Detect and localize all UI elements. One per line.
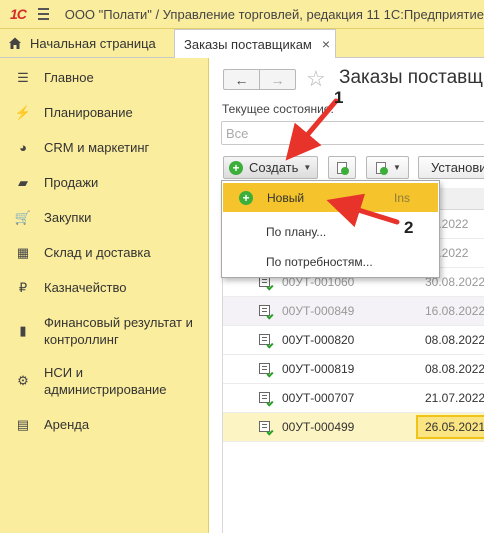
table-row[interactable]: 00УТ-000849 16.08.2022 (223, 297, 484, 326)
bar-chart-icon: ▮ (19, 323, 27, 338)
menu-item-label: Новый (267, 191, 305, 205)
posted-document-icon (259, 333, 274, 349)
row-date: 08.08.2022 (425, 362, 484, 376)
row-number: 00УТ-000849 (282, 304, 355, 318)
sidebar-item-planning[interactable]: ⚡ Планирование (0, 104, 209, 121)
plus-icon: + (229, 160, 243, 175)
annotation-callout-2: 2 (404, 218, 414, 237)
menu-item-by-needs[interactable]: По потребностям... (222, 247, 439, 276)
state-filter-input[interactable]: Все (221, 121, 484, 145)
row-number: 00УТ-000820 (282, 333, 355, 347)
back-button[interactable]: ← (224, 70, 260, 89)
plus-icon: + (239, 191, 253, 205)
sidebar-item-label: Финансовый результат и контроллинг (44, 315, 193, 347)
nav-buttons: ← → (223, 69, 296, 90)
main-content: ← → ☆ Заказы поставщи Текущее состояние:… (210, 58, 484, 533)
create-button-label: Создать (249, 160, 299, 175)
sidebar-item-label: НСИ и администрирование (44, 365, 167, 397)
tab-supplier-orders[interactable]: Заказы поставщикам × (174, 29, 336, 58)
row-number: 00УТ-000707 (282, 391, 355, 405)
sidebar-item-label: Продажи (44, 175, 99, 190)
annotation-callout-1: 1 (334, 88, 344, 107)
sidebar-item-label: Казначейство (44, 280, 127, 295)
sidebar-item-label: Главное (44, 70, 94, 85)
pie-chart-icon: ◕ (19, 140, 27, 155)
posted-document-icon (259, 420, 274, 436)
sidebar-item-label: Закупки (44, 210, 92, 225)
sidebar-item-label: Планирование (44, 105, 133, 120)
tab-home-label: Начальная страница (30, 35, 156, 51)
sidebar-item-main[interactable]: ☰ Главное (0, 69, 209, 86)
hamburger-menu-icon[interactable] (37, 8, 49, 20)
table-row[interactable]: 00УТ-000820 08.08.2022 (223, 326, 484, 355)
row-date: 26.05.2021 (416, 415, 484, 439)
create-based-on-button[interactable]: ▼ (366, 156, 409, 179)
rent-icon: ▤ (16, 416, 30, 432)
table-row-selected[interactable]: 00УТ-000499 26.05.2021 (223, 413, 484, 442)
forward-button[interactable]: → (260, 70, 295, 89)
set-button-label: Установи (431, 160, 484, 175)
posted-document-icon (259, 362, 274, 378)
sidebar-item-sales[interactable]: ▰ Продажи (0, 174, 209, 191)
menu-item-label: По потребностям... (266, 255, 373, 269)
ruble-icon: ₽ (18, 279, 28, 295)
sidebar-item-financial-result[interactable]: ▮ Финансовый результат и контроллинг (0, 314, 209, 348)
state-filter-label: Текущее состояние: (222, 102, 334, 116)
sidebar-item-treasury[interactable]: ₽ Казначейство (0, 279, 209, 296)
favorite-star-icon[interactable]: ☆ (306, 66, 326, 92)
create-button[interactable]: + Создать ▼ (223, 156, 318, 179)
title-bar: 1С ООО "Полати" / Управление торговлей, … (0, 0, 484, 29)
sidebar-item-warehouse[interactable]: ▦ Склад и доставка (0, 244, 209, 261)
row-date: 16.08.2022 (425, 304, 484, 318)
row-number: 00УТ-000499 (282, 420, 355, 434)
copy-document-icon (335, 161, 349, 175)
tab-home[interactable]: Начальная страница (0, 29, 172, 57)
create-based-on-icon (374, 161, 389, 175)
planning-icon: ⚡ (14, 104, 32, 120)
sidebar-item-label: Аренда (44, 417, 90, 432)
table-row[interactable]: 00УТ-000707 21.07.2022 (223, 384, 484, 413)
page-title: Заказы поставщи (339, 67, 484, 88)
tab-supplier-orders-label: Заказы поставщикам (184, 36, 312, 52)
sidebar-item-rent[interactable]: ▤ Аренда (0, 416, 209, 433)
posted-document-icon (259, 304, 274, 320)
home-icon (9, 37, 21, 49)
row-date: 21.07.2022 (425, 391, 484, 405)
sidebar-item-nsi-admin[interactable]: ⚙ НСИ и администрирование (0, 364, 209, 398)
sidebar-item-label: Склад и доставка (44, 245, 151, 260)
menu-item-shortcut: Ins (394, 191, 411, 205)
app-logo: 1С (10, 6, 27, 22)
app-title: ООО "Полати" / Управление торговлей, ред… (64, 6, 484, 22)
close-icon[interactable]: × (322, 36, 330, 52)
menu-item-new[interactable]: + Новый Ins (223, 183, 438, 212)
list-icon: ☰ (17, 69, 29, 85)
gear-icon: ⚙ (17, 373, 29, 388)
set-button[interactable]: Установи (418, 156, 484, 179)
row-number: 00УТ-000819 (282, 362, 355, 376)
cart-icon: 🛒 (14, 209, 32, 225)
sidebar-item-label: CRM и маркетинг (44, 140, 150, 155)
copy-button[interactable] (328, 156, 356, 179)
shopping-bag-icon: ▰ (18, 174, 28, 190)
state-filter-placeholder: Все (226, 125, 249, 141)
chevron-down-icon: ▼ (303, 163, 312, 172)
sidebar: ☰ Главное ⚡ Планирование ◕ CRM и маркети… (0, 58, 209, 533)
table-row[interactable]: 00УТ-000819 08.08.2022 (223, 355, 484, 384)
sidebar-item-crm[interactable]: ◕ CRM и маркетинг (0, 139, 209, 156)
chevron-down-icon: ▼ (393, 163, 401, 172)
row-date: 08.08.2022 (425, 333, 484, 347)
menu-item-label: По плану... (266, 225, 327, 239)
tabs-bar: Начальная страница Заказы поставщикам × (0, 29, 484, 58)
sidebar-item-purchases[interactable]: 🛒 Закупки (0, 209, 209, 226)
posted-document-icon (259, 391, 274, 407)
warehouse-icon: ▦ (16, 244, 30, 260)
